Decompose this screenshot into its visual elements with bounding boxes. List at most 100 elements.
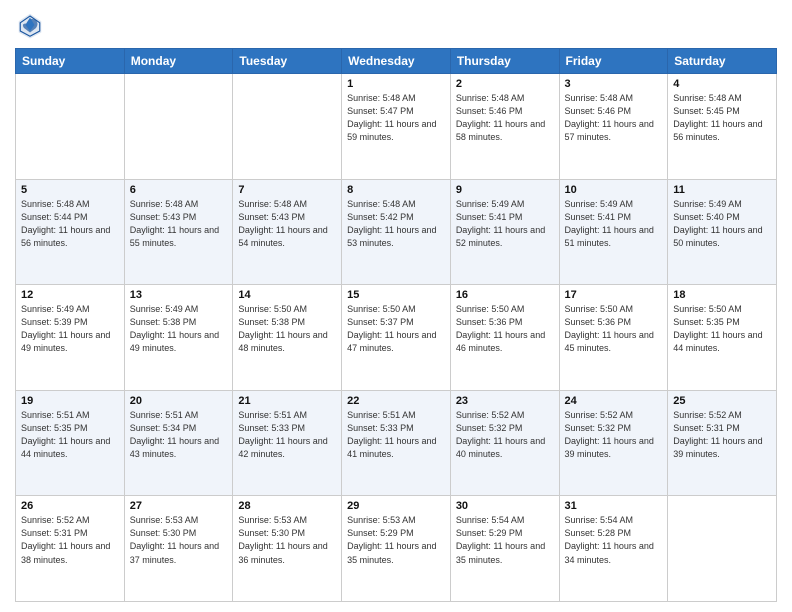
- calendar-table: SundayMondayTuesdayWednesdayThursdayFrid…: [15, 48, 777, 602]
- day-sun-info: Sunrise: 5:53 AMSunset: 5:29 PMDaylight:…: [347, 514, 445, 566]
- calendar-cell: 16 Sunrise: 5:50 AMSunset: 5:36 PMDayligh…: [450, 285, 559, 391]
- day-number: 14: [238, 289, 336, 301]
- day-number: 7: [238, 184, 336, 196]
- day-sun-info: Sunrise: 5:49 AMSunset: 5:39 PMDaylight:…: [21, 303, 119, 355]
- week-row-3: 12 Sunrise: 5:49 AMSunset: 5:39 PMDayligh…: [16, 285, 777, 391]
- day-sun-info: Sunrise: 5:51 AMSunset: 5:33 PMDaylight:…: [238, 409, 336, 461]
- calendar-cell: 22Sunrise: 5:51 AMSunset: 5:33 PMDayligh…: [342, 390, 451, 496]
- calendar-cell: [16, 74, 125, 180]
- day-number: 18: [673, 289, 771, 301]
- week-row-2: 5Sunrise: 5:48 AMSunset: 5:44 PMDaylight…: [16, 179, 777, 285]
- day-number: 3: [565, 78, 663, 90]
- day-sun-info: Sunrise: 5:48 AMSunset: 5:43 PMDaylight:…: [238, 198, 336, 250]
- day-sun-info: Sunrise: 5:49 AMSunset: 5:41 PMDaylight:…: [456, 198, 554, 250]
- day-number: 22: [347, 395, 445, 407]
- day-sun-info: Sunrise: 5:48 AMSunset: 5:46 PMDaylight:…: [456, 92, 554, 144]
- calendar-cell: 11 Sunrise: 5:49 AMSunset: 5:40 PMDayligh…: [668, 179, 777, 285]
- day-sun-info: Sunrise: 5:49 AMSunset: 5:38 PMDaylight:…: [130, 303, 228, 355]
- calendar-cell: 14 Sunrise: 5:50 AMSunset: 5:38 PMDayligh…: [233, 285, 342, 391]
- weekday-header-monday: Monday: [124, 49, 233, 74]
- day-number: 8: [347, 184, 445, 196]
- day-sun-info: Sunrise: 5:48 AMSunset: 5:43 PMDaylight:…: [130, 198, 228, 250]
- day-number: 20: [130, 395, 228, 407]
- calendar-cell: 25 Sunrise: 5:52 AMSunset: 5:31 PMDayligh…: [668, 390, 777, 496]
- calendar-cell: 20 Sunrise: 5:51 AMSunset: 5:34 PMDayligh…: [124, 390, 233, 496]
- logo: [15, 10, 49, 40]
- calendar-cell: 31 Sunrise: 5:54 AMSunset: 5:28 PMDayligh…: [559, 496, 668, 602]
- calendar-cell: [233, 74, 342, 180]
- day-sun-info: Sunrise: 5:50 AMSunset: 5:36 PMDaylight:…: [456, 303, 554, 355]
- calendar-cell: 21 Sunrise: 5:51 AMSunset: 5:33 PMDayligh…: [233, 390, 342, 496]
- day-number: 28: [238, 500, 336, 512]
- day-number: 19: [21, 395, 119, 407]
- weekday-header-thursday: Thursday: [450, 49, 559, 74]
- page: SundayMondayTuesdayWednesdayThursdayFrid…: [0, 0, 792, 612]
- calendar-cell: 5Sunrise: 5:48 AMSunset: 5:44 PMDaylight…: [16, 179, 125, 285]
- day-number: 11: [673, 184, 771, 196]
- calendar-cell: 1 Sunrise: 5:48 AMSunset: 5:47 PMDaylight…: [342, 74, 451, 180]
- calendar-cell: 12 Sunrise: 5:49 AMSunset: 5:39 PMDayligh…: [16, 285, 125, 391]
- calendar-cell: 17 Sunrise: 5:50 AMSunset: 5:36 PMDayligh…: [559, 285, 668, 391]
- day-number: 24: [565, 395, 663, 407]
- day-sun-info: Sunrise: 5:54 AMSunset: 5:29 PMDaylight:…: [456, 514, 554, 566]
- day-number: 25: [673, 395, 771, 407]
- day-sun-info: Sunrise: 5:51 AMSunset: 5:35 PMDaylight:…: [21, 409, 119, 461]
- calendar-cell: 9Sunrise: 5:49 AMSunset: 5:41 PMDaylight…: [450, 179, 559, 285]
- calendar-cell: 29 Sunrise: 5:53 AMSunset: 5:29 PMDayligh…: [342, 496, 451, 602]
- weekday-header-sunday: Sunday: [16, 49, 125, 74]
- weekday-header-tuesday: Tuesday: [233, 49, 342, 74]
- calendar-cell: 10Sunrise: 5:49 AMSunset: 5:41 PMDayligh…: [559, 179, 668, 285]
- weekday-header-friday: Friday: [559, 49, 668, 74]
- day-number: 31: [565, 500, 663, 512]
- day-number: 21: [238, 395, 336, 407]
- day-number: 12: [21, 289, 119, 301]
- day-sun-info: Sunrise: 5:52 AMSunset: 5:31 PMDaylight:…: [673, 409, 771, 461]
- day-number: 29: [347, 500, 445, 512]
- day-sun-info: Sunrise: 5:52 AMSunset: 5:31 PMDaylight:…: [21, 514, 119, 566]
- day-sun-info: Sunrise: 5:53 AMSunset: 5:30 PMDaylight:…: [130, 514, 228, 566]
- calendar-cell: 4Sunrise: 5:48 AMSunset: 5:45 PMDaylight…: [668, 74, 777, 180]
- day-sun-info: Sunrise: 5:53 AMSunset: 5:30 PMDaylight:…: [238, 514, 336, 566]
- logo-icon: [15, 10, 45, 40]
- day-number: 17: [565, 289, 663, 301]
- calendar-cell: 13 Sunrise: 5:49 AMSunset: 5:38 PMDayligh…: [124, 285, 233, 391]
- calendar-cell: 19 Sunrise: 5:51 AMSunset: 5:35 PMDayligh…: [16, 390, 125, 496]
- calendar-cell: 26 Sunrise: 5:52 AMSunset: 5:31 PMDayligh…: [16, 496, 125, 602]
- calendar-cell: 24 Sunrise: 5:52 AMSunset: 5:32 PMDayligh…: [559, 390, 668, 496]
- day-sun-info: Sunrise: 5:50 AMSunset: 5:37 PMDaylight:…: [347, 303, 445, 355]
- calendar-cell: 28 Sunrise: 5:53 AMSunset: 5:30 PMDayligh…: [233, 496, 342, 602]
- day-number: 26: [21, 500, 119, 512]
- day-number: 23: [456, 395, 554, 407]
- day-number: 16: [456, 289, 554, 301]
- day-sun-info: Sunrise: 5:51 AMSunset: 5:34 PMDaylight:…: [130, 409, 228, 461]
- day-sun-info: Sunrise: 5:50 AMSunset: 5:36 PMDaylight:…: [565, 303, 663, 355]
- day-number: 1: [347, 78, 445, 90]
- header: [15, 10, 777, 40]
- day-sun-info: Sunrise: 5:50 AMSunset: 5:38 PMDaylight:…: [238, 303, 336, 355]
- calendar-cell: 15Sunrise: 5:50 AMSunset: 5:37 PMDayligh…: [342, 285, 451, 391]
- day-sun-info: Sunrise: 5:48 AMSunset: 5:45 PMDaylight:…: [673, 92, 771, 144]
- calendar-cell: 27 Sunrise: 5:53 AMSunset: 5:30 PMDayligh…: [124, 496, 233, 602]
- day-sun-info: Sunrise: 5:48 AMSunset: 5:46 PMDaylight:…: [565, 92, 663, 144]
- calendar-cell: 7 Sunrise: 5:48 AMSunset: 5:43 PMDaylight…: [233, 179, 342, 285]
- day-sun-info: Sunrise: 5:48 AMSunset: 5:47 PMDaylight:…: [347, 92, 445, 144]
- day-sun-info: Sunrise: 5:48 AMSunset: 5:44 PMDaylight:…: [21, 198, 119, 250]
- calendar-cell: 6Sunrise: 5:48 AMSunset: 5:43 PMDaylight…: [124, 179, 233, 285]
- calendar-cell: 3 Sunrise: 5:48 AMSunset: 5:46 PMDaylight…: [559, 74, 668, 180]
- calendar-cell: [668, 496, 777, 602]
- day-sun-info: Sunrise: 5:48 AMSunset: 5:42 PMDaylight:…: [347, 198, 445, 250]
- day-sun-info: Sunrise: 5:54 AMSunset: 5:28 PMDaylight:…: [565, 514, 663, 566]
- day-sun-info: Sunrise: 5:49 AMSunset: 5:40 PMDaylight:…: [673, 198, 771, 250]
- day-number: 30: [456, 500, 554, 512]
- calendar-cell: 30 Sunrise: 5:54 AMSunset: 5:29 PMDayligh…: [450, 496, 559, 602]
- day-number: 13: [130, 289, 228, 301]
- calendar-cell: [124, 74, 233, 180]
- calendar-cell: 8 Sunrise: 5:48 AMSunset: 5:42 PMDaylight…: [342, 179, 451, 285]
- calendar-cell: 23Sunrise: 5:52 AMSunset: 5:32 PMDayligh…: [450, 390, 559, 496]
- day-number: 27: [130, 500, 228, 512]
- day-sun-info: Sunrise: 5:50 AMSunset: 5:35 PMDaylight:…: [673, 303, 771, 355]
- weekday-header-saturday: Saturday: [668, 49, 777, 74]
- weekday-header-row: SundayMondayTuesdayWednesdayThursdayFrid…: [16, 49, 777, 74]
- week-row-5: 26 Sunrise: 5:52 AMSunset: 5:31 PMDayligh…: [16, 496, 777, 602]
- day-sun-info: Sunrise: 5:52 AMSunset: 5:32 PMDaylight:…: [565, 409, 663, 461]
